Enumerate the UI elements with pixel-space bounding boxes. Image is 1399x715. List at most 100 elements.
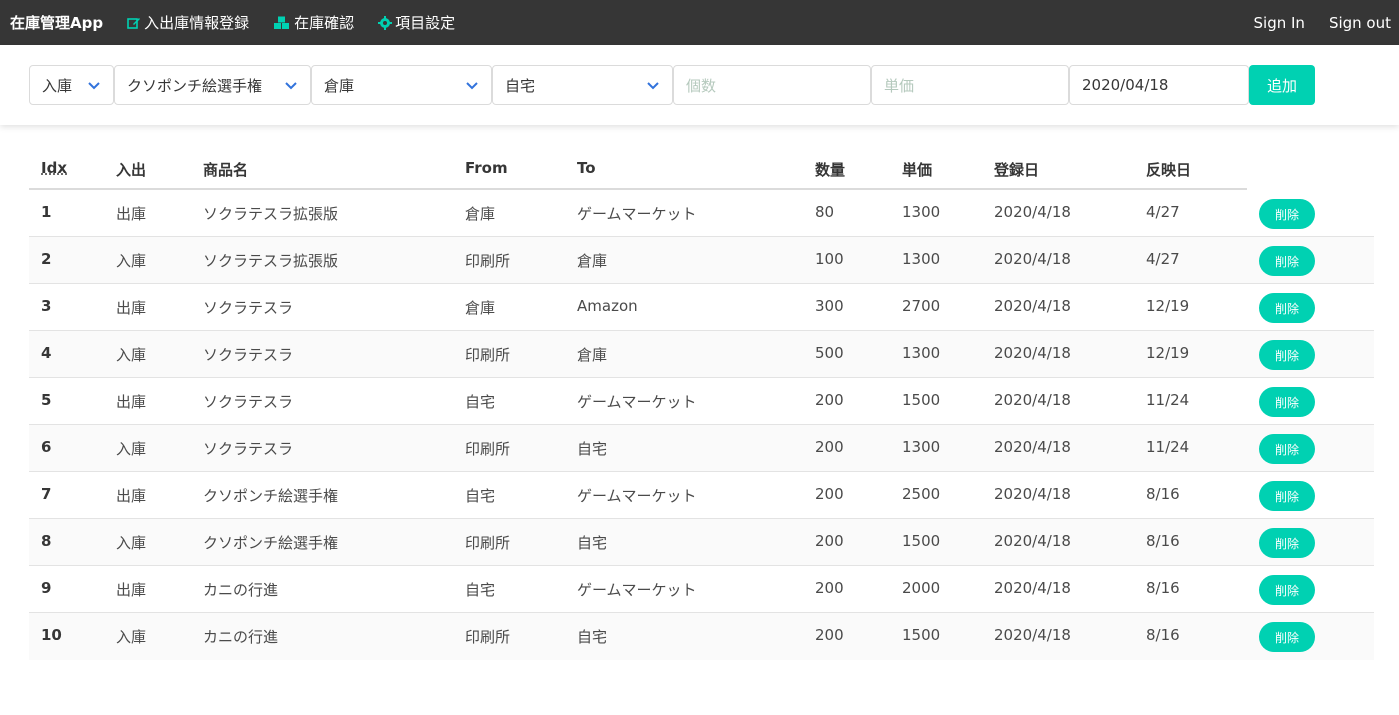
delete-button[interactable]: 削除 [1259, 481, 1315, 511]
cell-direction: 入庫 [116, 534, 147, 552]
cell-price: 2700 [902, 297, 941, 315]
top-navbar: 在庫管理App 入出庫情報登録 在庫確認 項目設定 Sign In Sign o… [0, 0, 1399, 45]
edit-icon [127, 17, 141, 29]
cell-to: ゲームマーケット [577, 487, 697, 505]
direction-select[interactable]: 入庫 [29, 65, 114, 105]
cell-product: ソクラテスラ [203, 393, 294, 411]
header-from: From [465, 159, 508, 177]
delete-button[interactable]: 削除 [1259, 340, 1315, 370]
nav-item-register-label: 入出庫情報登録 [144, 14, 250, 32]
delete-button[interactable]: 削除 [1259, 246, 1315, 276]
cell-to: ゲームマーケット [577, 205, 697, 223]
cell-reflected: 11/24 [1146, 438, 1190, 456]
cell-idx: 8 [41, 532, 52, 550]
cell-qty: 200 [815, 391, 844, 409]
cell-registered: 2020/4/18 [994, 532, 1071, 550]
nav-right: Sign In Sign out [1230, 14, 1391, 32]
header-idx: Idx [41, 159, 67, 177]
nav-item-register[interactable]: 入出庫情報登録 [127, 12, 249, 33]
cell-from: 印刷所 [465, 628, 511, 646]
delete-button[interactable]: 削除 [1259, 622, 1315, 652]
cell-idx: 1 [41, 203, 52, 221]
delete-button[interactable]: 削除 [1259, 199, 1315, 229]
cell-registered: 2020/4/18 [994, 391, 1071, 409]
header-to: To [577, 159, 596, 177]
date-input[interactable]: 2020/04/18 [1069, 65, 1249, 105]
cell-registered: 2020/4/18 [994, 579, 1071, 597]
delete-button[interactable]: 削除 [1259, 293, 1315, 323]
gear-icon [378, 15, 393, 30]
to-select-value: 自宅 [505, 76, 536, 95]
cubes-icon [274, 16, 290, 29]
cell-price: 1300 [902, 203, 941, 221]
cell-qty: 200 [815, 485, 844, 503]
cell-direction: 入庫 [116, 346, 147, 364]
table-row: 1 出庫 ソクラテスラ拡張版 倉庫 ゲームマーケット 80 1300 2020/4/18 4/2… [29, 190, 1374, 237]
cell-registered: 2020/4/18 [994, 438, 1071, 456]
cell-reflected: 8/16 [1146, 485, 1180, 503]
date-value: 2020/04/18 [1082, 76, 1169, 94]
cell-registered: 2020/4/18 [994, 626, 1071, 644]
cell-idx: 10 [41, 626, 62, 644]
cell-reflected: 8/16 [1146, 532, 1180, 550]
cell-registered: 2020/4/18 [994, 344, 1071, 362]
cell-price: 2000 [902, 579, 941, 597]
header-registered: 登録日 [994, 161, 1040, 179]
cell-product: クソポンチ絵選手権 [203, 534, 339, 552]
cell-registered: 2020/4/18 [994, 203, 1071, 221]
cell-idx: 3 [41, 297, 52, 315]
header-direction: 入出 [116, 161, 147, 179]
cell-qty: 200 [815, 438, 844, 456]
cell-idx: 2 [41, 250, 52, 268]
cell-reflected: 11/24 [1146, 391, 1190, 409]
cell-qty: 200 [815, 626, 844, 644]
cell-qty: 100 [815, 250, 844, 268]
header-reflected: 反映日 [1146, 161, 1192, 179]
nav-item-stock[interactable]: 在庫確認 [273, 12, 354, 33]
cell-idx: 9 [41, 579, 52, 597]
from-select[interactable]: 倉庫 [311, 65, 492, 105]
cell-direction: 出庫 [116, 581, 147, 599]
header-product: 商品名 [203, 161, 249, 179]
table-row: 10 入庫 カニの行進 印刷所 自宅 200 1500 2020/4/18 8/16 削除 [29, 613, 1374, 660]
quantity-input[interactable]: 個数 [673, 65, 871, 105]
delete-button[interactable]: 削除 [1259, 387, 1315, 417]
to-select[interactable]: 自宅 [492, 65, 673, 105]
table-body: 1 出庫 ソクラテスラ拡張版 倉庫 ゲームマーケット 80 1300 2020/4/18 4/2… [29, 190, 1374, 660]
delete-button[interactable]: 削除 [1259, 434, 1315, 464]
quantity-placeholder: 個数 [686, 76, 717, 95]
delete-button[interactable]: 削除 [1259, 528, 1315, 558]
price-input[interactable]: 単価 [871, 65, 1069, 105]
cell-qty: 200 [815, 532, 844, 550]
sign-out-link[interactable]: Sign out [1329, 14, 1391, 32]
table-header: Idx 入出 商品名 From To 数量 単価 登録日 反映日 [29, 148, 1247, 190]
cell-price: 1300 [902, 344, 941, 362]
cell-idx: 4 [41, 344, 52, 362]
cell-price: 1500 [902, 626, 941, 644]
cell-direction: 出庫 [116, 487, 147, 505]
cell-product: クソポンチ絵選手権 [203, 487, 339, 505]
table-row: 8 入庫 クソポンチ絵選手権 印刷所 自宅 200 1500 2020/4/18 8/16 削除 [29, 519, 1374, 566]
from-select-value: 倉庫 [324, 76, 355, 95]
cell-from: 倉庫 [465, 205, 496, 223]
add-button[interactable]: 追加 [1249, 65, 1315, 105]
cell-product: カニの行進 [203, 581, 279, 599]
cell-from: 自宅 [465, 487, 496, 505]
header-price: 単価 [902, 161, 933, 179]
cell-qty: 80 [815, 203, 835, 221]
cell-price: 1500 [902, 391, 941, 409]
sign-in-link[interactable]: Sign In [1254, 14, 1305, 32]
entry-form: 入庫 クソポンチ絵選手権 倉庫 自宅 個数 単価 2020/04/18 追加 [0, 45, 1399, 125]
cell-from: 印刷所 [465, 346, 511, 364]
cell-from: 印刷所 [465, 252, 511, 270]
cell-qty: 200 [815, 579, 844, 597]
cell-direction: 入庫 [116, 628, 147, 646]
cell-idx: 7 [41, 485, 52, 503]
price-placeholder: 単価 [884, 76, 915, 95]
product-select[interactable]: クソポンチ絵選手権 [114, 65, 311, 105]
delete-button[interactable]: 削除 [1259, 575, 1315, 605]
cell-to: 自宅 [577, 628, 608, 646]
nav-item-settings[interactable]: 項目設定 [378, 12, 455, 33]
brand-logo[interactable]: 在庫管理App [10, 12, 103, 33]
cell-from: 倉庫 [465, 299, 496, 317]
